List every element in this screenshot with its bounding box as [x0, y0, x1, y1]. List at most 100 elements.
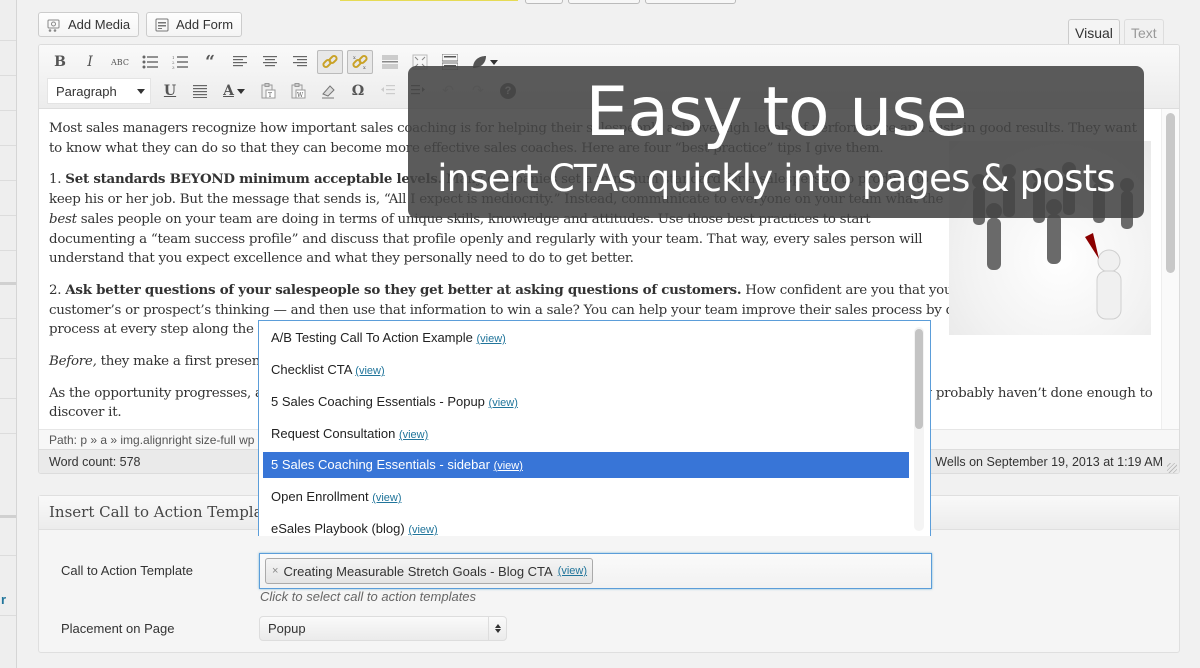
cta-option[interactable]: Checklist CTA (view) — [263, 357, 909, 383]
chevron-down-icon — [489, 59, 498, 65]
align-center-button[interactable] — [257, 50, 283, 74]
divider — [0, 282, 16, 285]
divider — [0, 398, 16, 399]
align-right-button[interactable] — [287, 50, 313, 74]
promo-overlay: Easy to use insert CTAs quickly into pag… — [408, 66, 1144, 218]
resize-handle[interactable] — [1167, 463, 1177, 473]
top-button[interactable] — [568, 0, 640, 4]
chevron-down-icon — [137, 88, 145, 94]
scrollbar-thumb[interactable] — [915, 329, 923, 429]
add-form-label: Add Form — [176, 17, 234, 32]
view-link[interactable]: (view) — [408, 524, 437, 536]
notice-bar-edge — [340, 0, 518, 1]
text-color-icon: A — [223, 83, 234, 99]
align-right-icon — [293, 56, 307, 67]
text-color-button[interactable]: A — [217, 79, 251, 103]
scrollbar-thumb[interactable] — [1166, 113, 1175, 273]
tab-visual[interactable]: Visual — [1068, 19, 1120, 45]
justify-button[interactable] — [187, 79, 213, 103]
add-media-button[interactable]: Add Media — [38, 12, 140, 37]
justify-icon — [193, 85, 207, 98]
view-link[interactable]: (view) — [489, 397, 518, 409]
cta-template-label: Call to Action Template — [61, 563, 193, 578]
promo-headline: Easy to use — [585, 73, 967, 152]
link-icon — [322, 54, 338, 69]
cta-option[interactable]: A/B Testing Call To Action Example (view… — [263, 325, 909, 351]
cta-option[interactable]: eSales Playbook (blog) (view) — [263, 516, 909, 536]
sidebar-item-fragment[interactable]: r — [1, 592, 6, 607]
outdent-button[interactable] — [375, 79, 401, 103]
view-link[interactable]: (view) — [399, 429, 428, 441]
svg-text:x: x — [353, 55, 356, 61]
blockquote-button[interactable]: “ — [197, 50, 223, 74]
divider — [0, 250, 16, 251]
select-arrows-icon — [488, 617, 506, 640]
align-left-button[interactable] — [227, 50, 253, 74]
paste-text-button[interactable]: T — [255, 79, 281, 103]
divider — [0, 40, 16, 41]
top-button[interactable] — [645, 0, 736, 4]
cta-option[interactable]: 5 Sales Coaching Essentials - Popup (vie… — [263, 389, 909, 415]
clear-formatting-button[interactable] — [315, 79, 341, 103]
insert-more-button[interactable] — [377, 50, 403, 74]
dropdown-scrollbar[interactable] — [914, 327, 924, 531]
remove-chip-icon[interactable]: × — [272, 565, 278, 577]
view-link[interactable]: (view) — [494, 460, 523, 472]
chip-view-link[interactable]: (view) — [558, 565, 587, 577]
unlink-icon: xx — [352, 54, 368, 70]
divider — [0, 615, 16, 616]
bulleted-list-button[interactable] — [137, 50, 163, 74]
divider — [0, 555, 16, 556]
format-select-value: Paragraph — [56, 83, 117, 99]
svg-text:W: W — [297, 92, 304, 99]
placement-select[interactable]: Popup — [259, 616, 507, 641]
view-link[interactable]: (view) — [355, 365, 384, 377]
view-link[interactable]: (view) — [372, 492, 401, 504]
divider — [0, 515, 16, 518]
cta-option[interactable]: Request Consultation (view) — [263, 421, 909, 447]
svg-text:3: 3 — [172, 65, 175, 69]
tab-text[interactable]: Text — [1124, 19, 1164, 45]
divider — [0, 75, 16, 76]
view-link[interactable]: (view) — [476, 333, 505, 345]
bulleted-list-icon — [142, 55, 158, 69]
eraser-icon — [322, 85, 335, 99]
format-select[interactable]: Paragraph — [47, 78, 151, 104]
cta-template-multiselect[interactable]: × Creating Measurable Stretch Goals - Bl… — [259, 553, 932, 589]
cta-hint: Click to select call to action templates — [260, 589, 477, 604]
divider — [0, 110, 16, 111]
top-button[interactable] — [525, 0, 563, 4]
align-center-icon — [263, 56, 277, 67]
special-character-button[interactable]: Ω — [345, 79, 371, 103]
insert-link-button[interactable] — [317, 50, 343, 74]
paste-word-icon: W — [291, 83, 306, 99]
unlink-button[interactable]: xx — [347, 50, 373, 74]
promo-subline: insert CTAs quickly into pages & posts — [437, 157, 1115, 200]
divider — [0, 358, 16, 359]
form-icon — [154, 17, 170, 33]
strikethrough-button[interactable]: ABC — [107, 50, 133, 74]
outdent-icon — [381, 85, 395, 95]
paste-word-button[interactable]: W — [285, 79, 311, 103]
admin-sidebar-edge: r — [0, 0, 17, 668]
align-left-icon — [233, 56, 247, 67]
italic-button[interactable]: I — [77, 50, 103, 74]
editor-scrollbar[interactable] — [1161, 109, 1179, 429]
camera-music-icon — [46, 17, 62, 33]
underline-button[interactable]: U — [157, 79, 183, 103]
add-form-button[interactable]: Add Form — [146, 12, 243, 37]
cta-option-selected[interactable]: 5 Sales Coaching Essentials - sidebar (v… — [263, 452, 909, 478]
word-count: Word count: 578 — [49, 455, 141, 469]
divider — [0, 180, 16, 181]
selected-cta-chip: × Creating Measurable Stretch Goals - Bl… — [265, 558, 594, 584]
cta-dropdown-list[interactable]: A/B Testing Call To Action Example (view… — [258, 320, 931, 536]
divider — [0, 145, 16, 146]
cta-option[interactable]: Open Enrollment (view) — [263, 484, 909, 510]
chevron-down-icon — [236, 88, 245, 94]
bold-button[interactable]: B — [47, 50, 73, 74]
numbered-list-button[interactable]: 123 — [167, 50, 193, 74]
add-media-label: Add Media — [68, 17, 131, 32]
placement-label: Placement on Page — [61, 621, 175, 636]
placement-value: Popup — [268, 621, 306, 636]
svg-text:T: T — [268, 92, 272, 99]
